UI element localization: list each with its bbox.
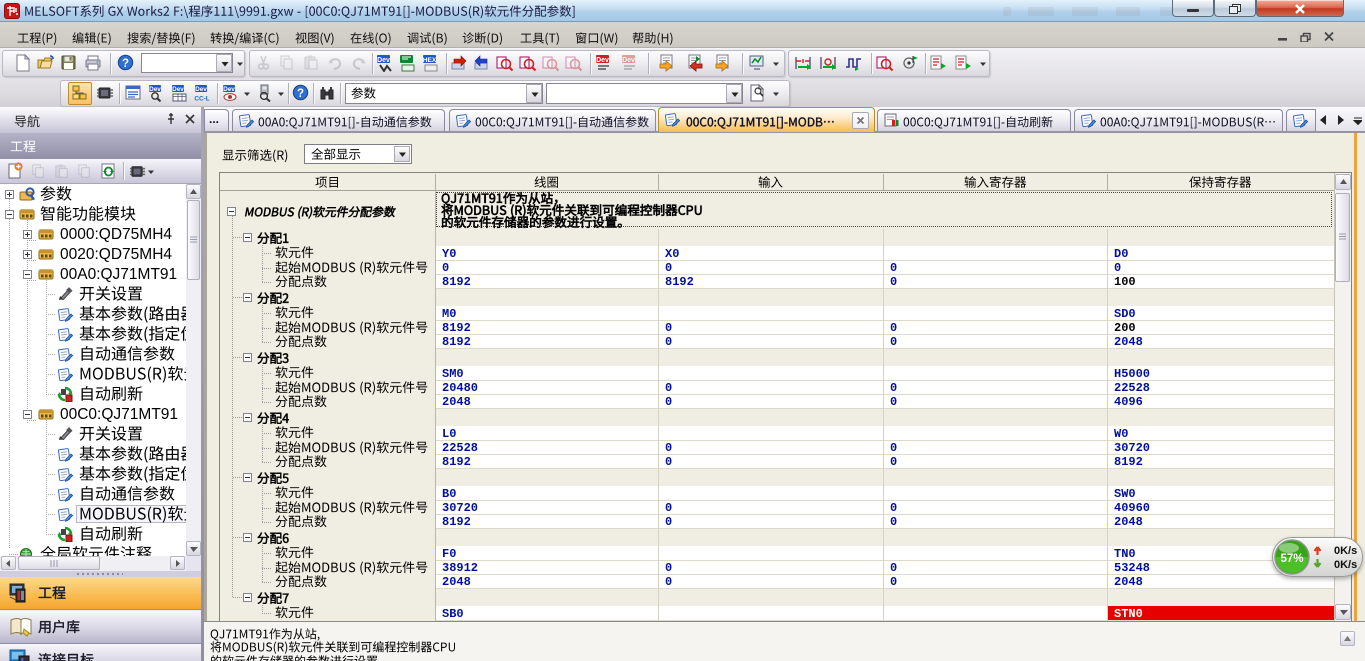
svg-text:Dev: Dev	[622, 57, 635, 64]
svg-text:CC-L: CC-L	[194, 96, 209, 103]
svg-text:?: ?	[297, 88, 304, 100]
svg-text:?: ?	[122, 58, 129, 70]
svg-text:Dev: Dev	[596, 57, 609, 64]
svg-text:Dev: Dev	[149, 86, 161, 93]
svg-text:Dev: Dev	[223, 86, 235, 93]
svg-text:Dev: Dev	[172, 86, 184, 93]
svg-text:Dev: Dev	[377, 57, 390, 64]
svg-text:57%: 57%	[1280, 553, 1303, 565]
svg-text:Dev: Dev	[195, 86, 207, 93]
svg-text:HEX: HEX	[423, 57, 437, 64]
